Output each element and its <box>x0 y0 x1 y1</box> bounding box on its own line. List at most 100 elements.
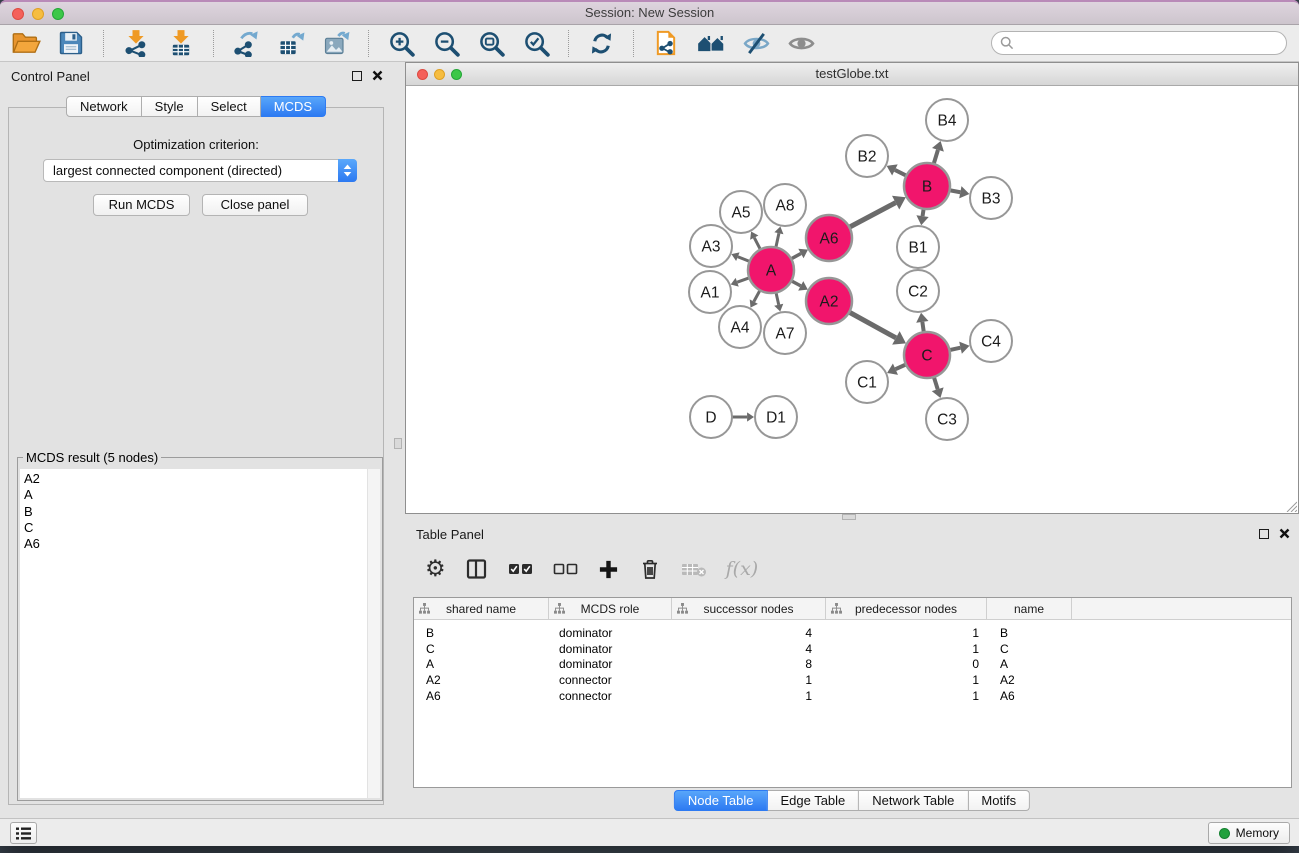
save-session-button[interactable] <box>55 28 87 58</box>
table-cell: 1 <box>826 689 987 703</box>
tab-style[interactable]: Style <box>142 96 198 117</box>
column-header-name[interactable]: name <box>987 598 1072 619</box>
mcds-result-item[interactable]: C <box>24 520 364 536</box>
resize-grip-icon[interactable] <box>1284 499 1297 512</box>
show-details-eye-button[interactable] <box>785 28 817 58</box>
tab-select[interactable]: Select <box>198 96 261 117</box>
control-panel: Control Panel NetworkStyleSelectMCDS Opt… <box>0 62 392 818</box>
table-tabs: Node TableEdge TableNetwork TableMotifs <box>674 790 1030 811</box>
import-table-button[interactable] <box>165 28 197 58</box>
close-network-button[interactable] <box>417 69 428 80</box>
search-icon <box>1000 36 1014 50</box>
float-panel-icon[interactable] <box>1259 529 1269 539</box>
close-panel-icon[interactable] <box>372 70 383 81</box>
mcds-result-item[interactable]: A6 <box>24 536 364 552</box>
table-row[interactable]: Cdominator41C <box>414 641 1291 657</box>
column-header-shared-name[interactable]: shared name <box>414 598 549 619</box>
optimization-criterion-select[interactable]: largest connected component (directed) <box>43 159 357 182</box>
memory-label: Memory <box>1236 826 1279 840</box>
tab-network[interactable]: Network <box>66 96 142 117</box>
zoom-out-button[interactable] <box>430 28 462 58</box>
deselect-all-icon[interactable] <box>553 554 579 584</box>
minimize-window-button[interactable] <box>32 8 44 20</box>
import-network-button[interactable] <box>120 28 152 58</box>
graph-node-label: C2 <box>908 284 928 301</box>
scrollbar[interactable] <box>367 469 380 798</box>
zoom-in-button[interactable] <box>385 28 417 58</box>
table-cell: 1 <box>672 689 826 703</box>
tab-network-table[interactable]: Network Table <box>859 790 968 811</box>
window-title: Session: New Session <box>0 2 1299 24</box>
graph-edge-arrowhead <box>959 342 969 354</box>
graph-node-label: B3 <box>982 191 1001 208</box>
network-canvas[interactable]: B4B2BB3A8A5A6B1A3AC2A1A2A4A7C4CC1C3DD1 <box>406 86 1298 513</box>
delete-columns-trash-icon[interactable] <box>638 554 662 584</box>
close-window-button[interactable] <box>12 8 24 20</box>
zoom-fit-button[interactable] <box>475 28 507 58</box>
table-cell: A <box>987 657 1072 671</box>
main-toolbar <box>0 25 1299 62</box>
graph-node-label: B4 <box>938 113 957 130</box>
splitter-grip[interactable] <box>394 438 402 449</box>
table-mode-gear-icon[interactable]: ⚙ <box>425 554 446 584</box>
home-icon[interactable] <box>695 28 727 58</box>
show-columns-icon[interactable] <box>465 554 489 584</box>
export-network-button[interactable] <box>230 28 262 58</box>
network-graph[interactable]: B4B2BB3A8A5A6B1A3AC2A1A2A4A7C4CC1C3DD1 <box>406 86 1298 514</box>
search-input[interactable] <box>1019 36 1278 51</box>
table-cell: B <box>987 626 1072 640</box>
graph-node-label: A <box>766 263 777 280</box>
float-panel-icon[interactable] <box>352 71 362 81</box>
mcds-result-list[interactable]: A2ABCA6 <box>20 469 380 798</box>
table-cell: 1 <box>826 673 987 687</box>
graph-node-label: A8 <box>776 198 795 215</box>
combo-selected-value: largest connected component (directed) <box>44 163 338 178</box>
table-cell: A6 <box>987 689 1072 703</box>
mcds-result-item[interactable]: B <box>24 504 364 520</box>
node-table[interactable]: shared nameMCDS rolesuccessor nodesprede… <box>413 597 1292 788</box>
network-window-titlebar[interactable]: testGlobe.txt <box>406 63 1298 86</box>
graph-node-label: A3 <box>702 239 721 256</box>
mcds-result-item[interactable]: A2 <box>24 471 364 487</box>
maximize-network-button[interactable] <box>451 69 462 80</box>
control-panel-tabs: NetworkStyleSelectMCDS <box>66 96 326 117</box>
table-row[interactable]: A2connector11A2 <box>414 672 1291 688</box>
vertical-splitter[interactable] <box>392 62 405 818</box>
select-all-icon[interactable] <box>508 554 534 584</box>
tab-motifs[interactable]: Motifs <box>968 790 1030 811</box>
column-header-predecessor-nodes[interactable]: predecessor nodes <box>826 598 987 619</box>
graph-node-label: D <box>705 410 716 427</box>
tab-edge-table[interactable]: Edge Table <box>767 790 859 811</box>
export-image-button[interactable] <box>320 28 352 58</box>
create-column-plus-icon[interactable] <box>598 554 619 584</box>
table-panel-header: Table Panel <box>405 520 1299 548</box>
window-titlebar[interactable]: Session: New Session <box>0 0 1299 25</box>
tab-mcds[interactable]: MCDS <box>261 96 326 117</box>
delete-table-icon <box>681 554 707 584</box>
column-header-MCDS-role[interactable]: MCDS role <box>549 598 672 619</box>
graph-node-label: A1 <box>701 285 720 302</box>
memory-button[interactable]: Memory <box>1208 822 1290 844</box>
table-row[interactable]: Bdominator41B <box>414 625 1291 641</box>
table-panel-title: Table Panel <box>416 527 484 542</box>
zoom-selected-button[interactable] <box>520 28 552 58</box>
table-row[interactable]: A6connector11A6 <box>414 688 1291 704</box>
mcds-result-item[interactable]: A <box>24 487 364 503</box>
search-box[interactable] <box>991 31 1287 55</box>
task-history-button[interactable] <box>10 822 37 844</box>
open-session-button[interactable] <box>10 28 42 58</box>
tab-node-table[interactable]: Node Table <box>674 790 768 811</box>
close-panel-button[interactable]: Close panel <box>202 194 308 216</box>
network-from-document-button[interactable] <box>650 28 682 58</box>
run-mcds-button[interactable]: Run MCDS <box>93 194 190 216</box>
toolbar-separator <box>568 30 569 57</box>
close-panel-icon[interactable] <box>1279 528 1290 539</box>
mcds-result-title: MCDS result (5 nodes) <box>23 450 161 465</box>
refresh-view-button[interactable] <box>585 28 617 58</box>
table-row[interactable]: Adominator80A <box>414 657 1291 673</box>
maximize-window-button[interactable] <box>52 8 64 20</box>
minimize-network-button[interactable] <box>434 69 445 80</box>
hide-graphics-details-button[interactable] <box>740 28 772 58</box>
column-header-successor-nodes[interactable]: successor nodes <box>672 598 826 619</box>
export-table-button[interactable] <box>275 28 307 58</box>
